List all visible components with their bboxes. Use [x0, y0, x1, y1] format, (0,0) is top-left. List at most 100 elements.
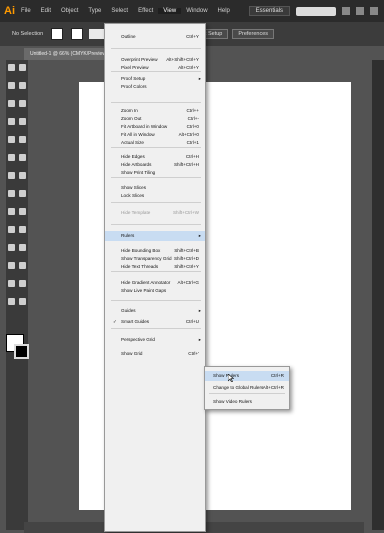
collapsed-panels-dock[interactable]	[372, 60, 384, 530]
gradient-tool-icon[interactable]	[19, 226, 26, 233]
menu-help[interactable]: Help	[213, 8, 235, 14]
shape-builder-tool-icon[interactable]	[8, 208, 15, 215]
line-tool-icon[interactable]	[8, 118, 15, 125]
selection-tool-icon[interactable]	[8, 64, 15, 71]
menu-item-shortcut: Shift+Ctrl+W	[172, 210, 199, 215]
perspective-grid-tool-icon[interactable]	[19, 208, 26, 215]
menu-window[interactable]: Window	[181, 8, 212, 14]
menu-item-label: Lock Slices	[121, 193, 145, 198]
magic-wand-tool-icon[interactable]	[8, 82, 15, 89]
rulers-submenu-item[interactable]: Show Rulers Ctrl+R	[205, 371, 289, 381]
workspace-switcher[interactable]: Essentials	[248, 6, 290, 16]
width-tool-icon[interactable]	[8, 190, 15, 197]
menu-item-label: Outline	[121, 34, 136, 39]
minimize-button[interactable]	[342, 7, 350, 15]
menu-item-label: Perspective Grid	[121, 337, 155, 342]
view-menu-item[interactable]: Show Grid Ctrl+'	[105, 349, 205, 359]
view-menu-item[interactable]: Actual Size Ctrl+1	[105, 138, 205, 148]
menu-item-label: Show Video Rulers	[213, 399, 252, 404]
stroke-color-box[interactable]	[14, 344, 29, 359]
stroke-swatch[interactable]	[71, 28, 84, 40]
menu-effect[interactable]: Effect	[133, 8, 158, 14]
direct-selection-tool-icon[interactable]	[19, 64, 26, 71]
menu-item-label: Show Slices	[121, 185, 147, 190]
fill-swatch[interactable]	[51, 28, 64, 40]
menu-type[interactable]: Type	[83, 8, 106, 14]
menu-edit[interactable]: Edit	[36, 8, 56, 14]
menu-view[interactable]: View	[158, 8, 182, 14]
artboard-tool-icon[interactable]	[8, 280, 15, 287]
rulers-submenu-item[interactable]: Change to Global Rulers Alt+Ctrl+R	[205, 383, 289, 393]
menu-item-label: Show Print Tiling	[121, 170, 156, 175]
menu-item-shortcut: Ctrl++	[186, 108, 199, 113]
menu-file[interactable]: File	[16, 8, 36, 14]
menubar-right: Essentials	[248, 6, 384, 16]
submenu-arrow-icon: ▸	[198, 337, 201, 342]
slice-tool-icon[interactable]	[19, 280, 26, 287]
view-menu-item[interactable]: Show Print Tiling	[105, 168, 205, 178]
menu-bar: Ai File Edit Object Type Select Effect V…	[0, 0, 384, 22]
mouse-cursor-icon	[228, 374, 234, 382]
menu-item-label: Change to Global Rulers	[213, 385, 264, 390]
menu-select[interactable]: Select	[106, 8, 133, 14]
document-tab[interactable]: Untitled-1 @ 66% (CMYK/Preview)	[24, 48, 114, 60]
document-tabs: Untitled-1 @ 66% (CMYK/Preview)	[24, 48, 114, 60]
menu-separator	[111, 224, 201, 225]
view-menu-item[interactable]: Lock Slices	[105, 191, 205, 201]
submenu-arrow-icon: ▸	[198, 308, 201, 313]
view-menu-item[interactable]: Outline Ctrl+Y	[105, 32, 205, 42]
menu-separator	[111, 328, 201, 329]
scale-tool-icon[interactable]	[19, 172, 26, 179]
menu-item-shortcut: Ctrl+-	[187, 116, 199, 121]
zoom-tool-icon[interactable]	[19, 298, 26, 305]
type-tool-icon[interactable]	[19, 100, 26, 107]
pen-tool-icon[interactable]	[8, 100, 15, 107]
menu-item-shortcut: Alt+Ctrl+Y	[178, 65, 199, 70]
view-menu-item[interactable]: Guides ▸	[105, 306, 205, 316]
menu-item-label: Hide Template	[121, 210, 151, 215]
app-logo: Ai	[4, 5, 15, 17]
menu-item-shortcut: Ctrl+U	[185, 319, 199, 324]
submenu-arrow-icon: ▸	[198, 233, 201, 238]
symbol-sprayer-tool-icon[interactable]	[8, 262, 15, 269]
search-input[interactable]	[296, 6, 336, 16]
selection-label: No Selection	[12, 31, 44, 37]
menu-item-label: Proof Colors	[121, 84, 147, 89]
menu-item-label: Actual Size	[121, 140, 144, 145]
view-menu-item[interactable]: Proof Colors	[105, 82, 205, 92]
menu-item-label: Hide Bounding Box	[121, 248, 161, 253]
column-graph-tool-icon[interactable]	[19, 262, 26, 269]
view-menu-item: Hide Template Shift+Ctrl+W	[105, 208, 205, 218]
blend-tool-icon[interactable]	[19, 244, 26, 251]
menu-object[interactable]: Object	[56, 8, 83, 14]
rulers-submenu: Show Rulers Ctrl+R Change to Global Rulers…	[204, 366, 290, 410]
checkmark-icon: ✓	[113, 319, 117, 324]
paintbrush-tool-icon[interactable]	[8, 136, 15, 143]
menu-item-label: Rulers	[121, 233, 135, 238]
rulers-submenu-item[interactable]: Show Video Rulers	[205, 397, 289, 407]
menu-item-label: Hide Gradient Annotator	[121, 280, 171, 285]
view-menu-item[interactable]: Pixel Preview Alt+Ctrl+Y	[105, 63, 205, 73]
menu-item-shortcut: Ctrl+1	[186, 140, 199, 145]
view-menu-item[interactable]: Show Live Paint Gaps	[105, 286, 205, 296]
pencil-tool-icon[interactable]	[19, 136, 26, 143]
rectangle-tool-icon[interactable]	[19, 118, 26, 125]
menu-item-shortcut: Shift+Ctrl+B	[174, 248, 199, 253]
view-menu-item[interactable]: Rulers ▸	[105, 231, 205, 241]
hand-tool-icon[interactable]	[8, 298, 15, 305]
view-menu-item[interactable]: Perspective Grid ▸	[105, 335, 205, 345]
free-transform-tool-icon[interactable]	[19, 190, 26, 197]
lasso-tool-icon[interactable]	[19, 82, 26, 89]
maximize-button[interactable]	[356, 7, 364, 15]
view-menu-dropdown: Outline Ctrl+Y Overprint Preview Alt+Shift+…	[104, 23, 206, 532]
eyedropper-tool-icon[interactable]	[8, 244, 15, 251]
view-menu-item[interactable]: ✓ Smart Guides Ctrl+U	[105, 317, 205, 327]
rotate-tool-icon[interactable]	[8, 172, 15, 179]
view-menu-item[interactable]: Hide Text Threads Shift+Ctrl+Y	[105, 262, 205, 272]
blob-brush-tool-icon[interactable]	[8, 154, 15, 161]
close-button[interactable]	[370, 7, 378, 15]
mesh-tool-icon[interactable]	[8, 226, 15, 233]
eraser-tool-icon[interactable]	[19, 154, 26, 161]
menu-item-label: Fit All in Window	[121, 132, 155, 137]
preferences-button[interactable]: Preferences	[232, 29, 274, 39]
